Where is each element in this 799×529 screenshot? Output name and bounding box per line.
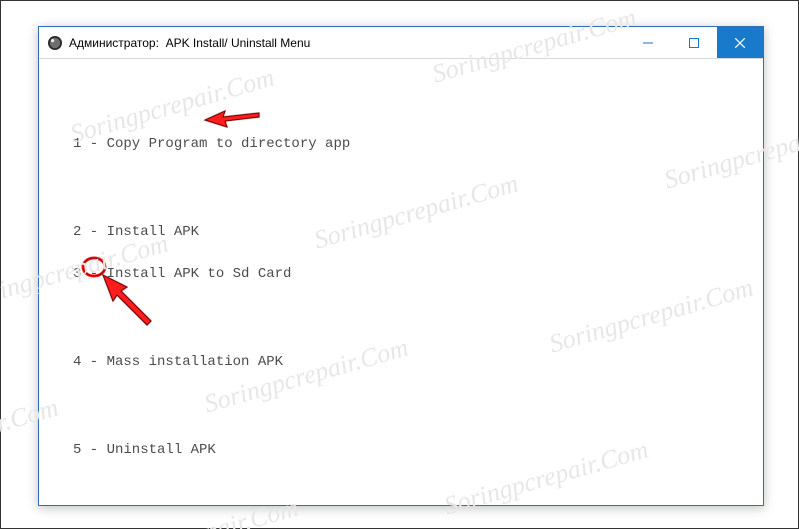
- minimize-button[interactable]: [625, 27, 671, 58]
- close-button[interactable]: [717, 27, 763, 58]
- menu-item-3: 3 - Install APK to Sd Card: [73, 266, 291, 282]
- window-buttons: [625, 27, 763, 58]
- screenshot-canvas: Soringpcrepair.Com Soringpcrepair.Com So…: [0, 0, 799, 529]
- console-window: Администратор: APK Install/ Uninstall Me…: [38, 26, 764, 506]
- console-client-area[interactable]: 1 - Copy Program to directory app 2 - In…: [39, 58, 763, 505]
- console-text: 1 - Copy Program to directory app 2 - In…: [39, 59, 763, 529]
- maximize-button[interactable]: [671, 27, 717, 58]
- titlebar[interactable]: Администратор: APK Install/ Uninstall Me…: [39, 27, 763, 58]
- menu-item-1: 1 - Copy Program to directory app: [73, 136, 350, 152]
- window-title: Администратор: APK Install/ Uninstall Me…: [69, 36, 310, 50]
- menu-item-4: 4 - Mass installation APK: [73, 354, 283, 370]
- menu-item-2: 2 - Install APK: [73, 224, 199, 240]
- app-icon: [47, 35, 63, 51]
- menu-item-5: 5 - Uninstall APK: [73, 442, 216, 458]
